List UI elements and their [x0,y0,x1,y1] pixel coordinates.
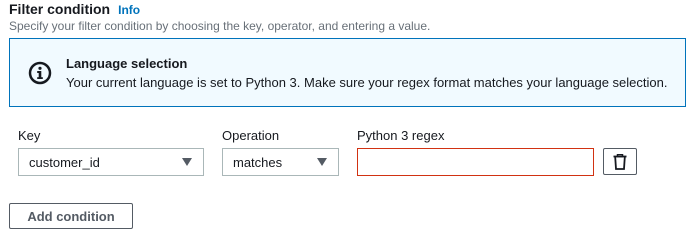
key-select[interactable]: customer_id [18,148,204,176]
regex-input[interactable] [357,148,594,176]
info-link[interactable]: Info [118,3,140,17]
filter-condition-title: Filter condition [9,1,111,17]
filter-description: Specify your filter condition by choosin… [9,19,431,33]
operation-select-value: matches [233,155,283,170]
key-select-value: customer_id [29,155,100,170]
add-condition-button[interactable]: Add condition [9,203,133,229]
trash-icon [613,154,627,170]
info-circle-icon [28,61,52,85]
delete-condition-button[interactable] [603,148,637,175]
alert-heading: Language selection [66,56,188,71]
filter-header: Filter condition Info [9,1,140,17]
caret-down-icon [182,158,192,166]
caret-down-icon [317,158,327,166]
alert-message: Your current language is set to Python 3… [66,75,668,90]
operation-select[interactable]: matches [222,148,339,176]
regex-label: Python 3 regex [357,128,445,143]
language-info-alert: Language selection Your current language… [9,38,686,107]
operation-label: Operation [222,128,280,143]
add-condition-label: Add condition [27,209,115,224]
key-label: Key [18,128,41,143]
